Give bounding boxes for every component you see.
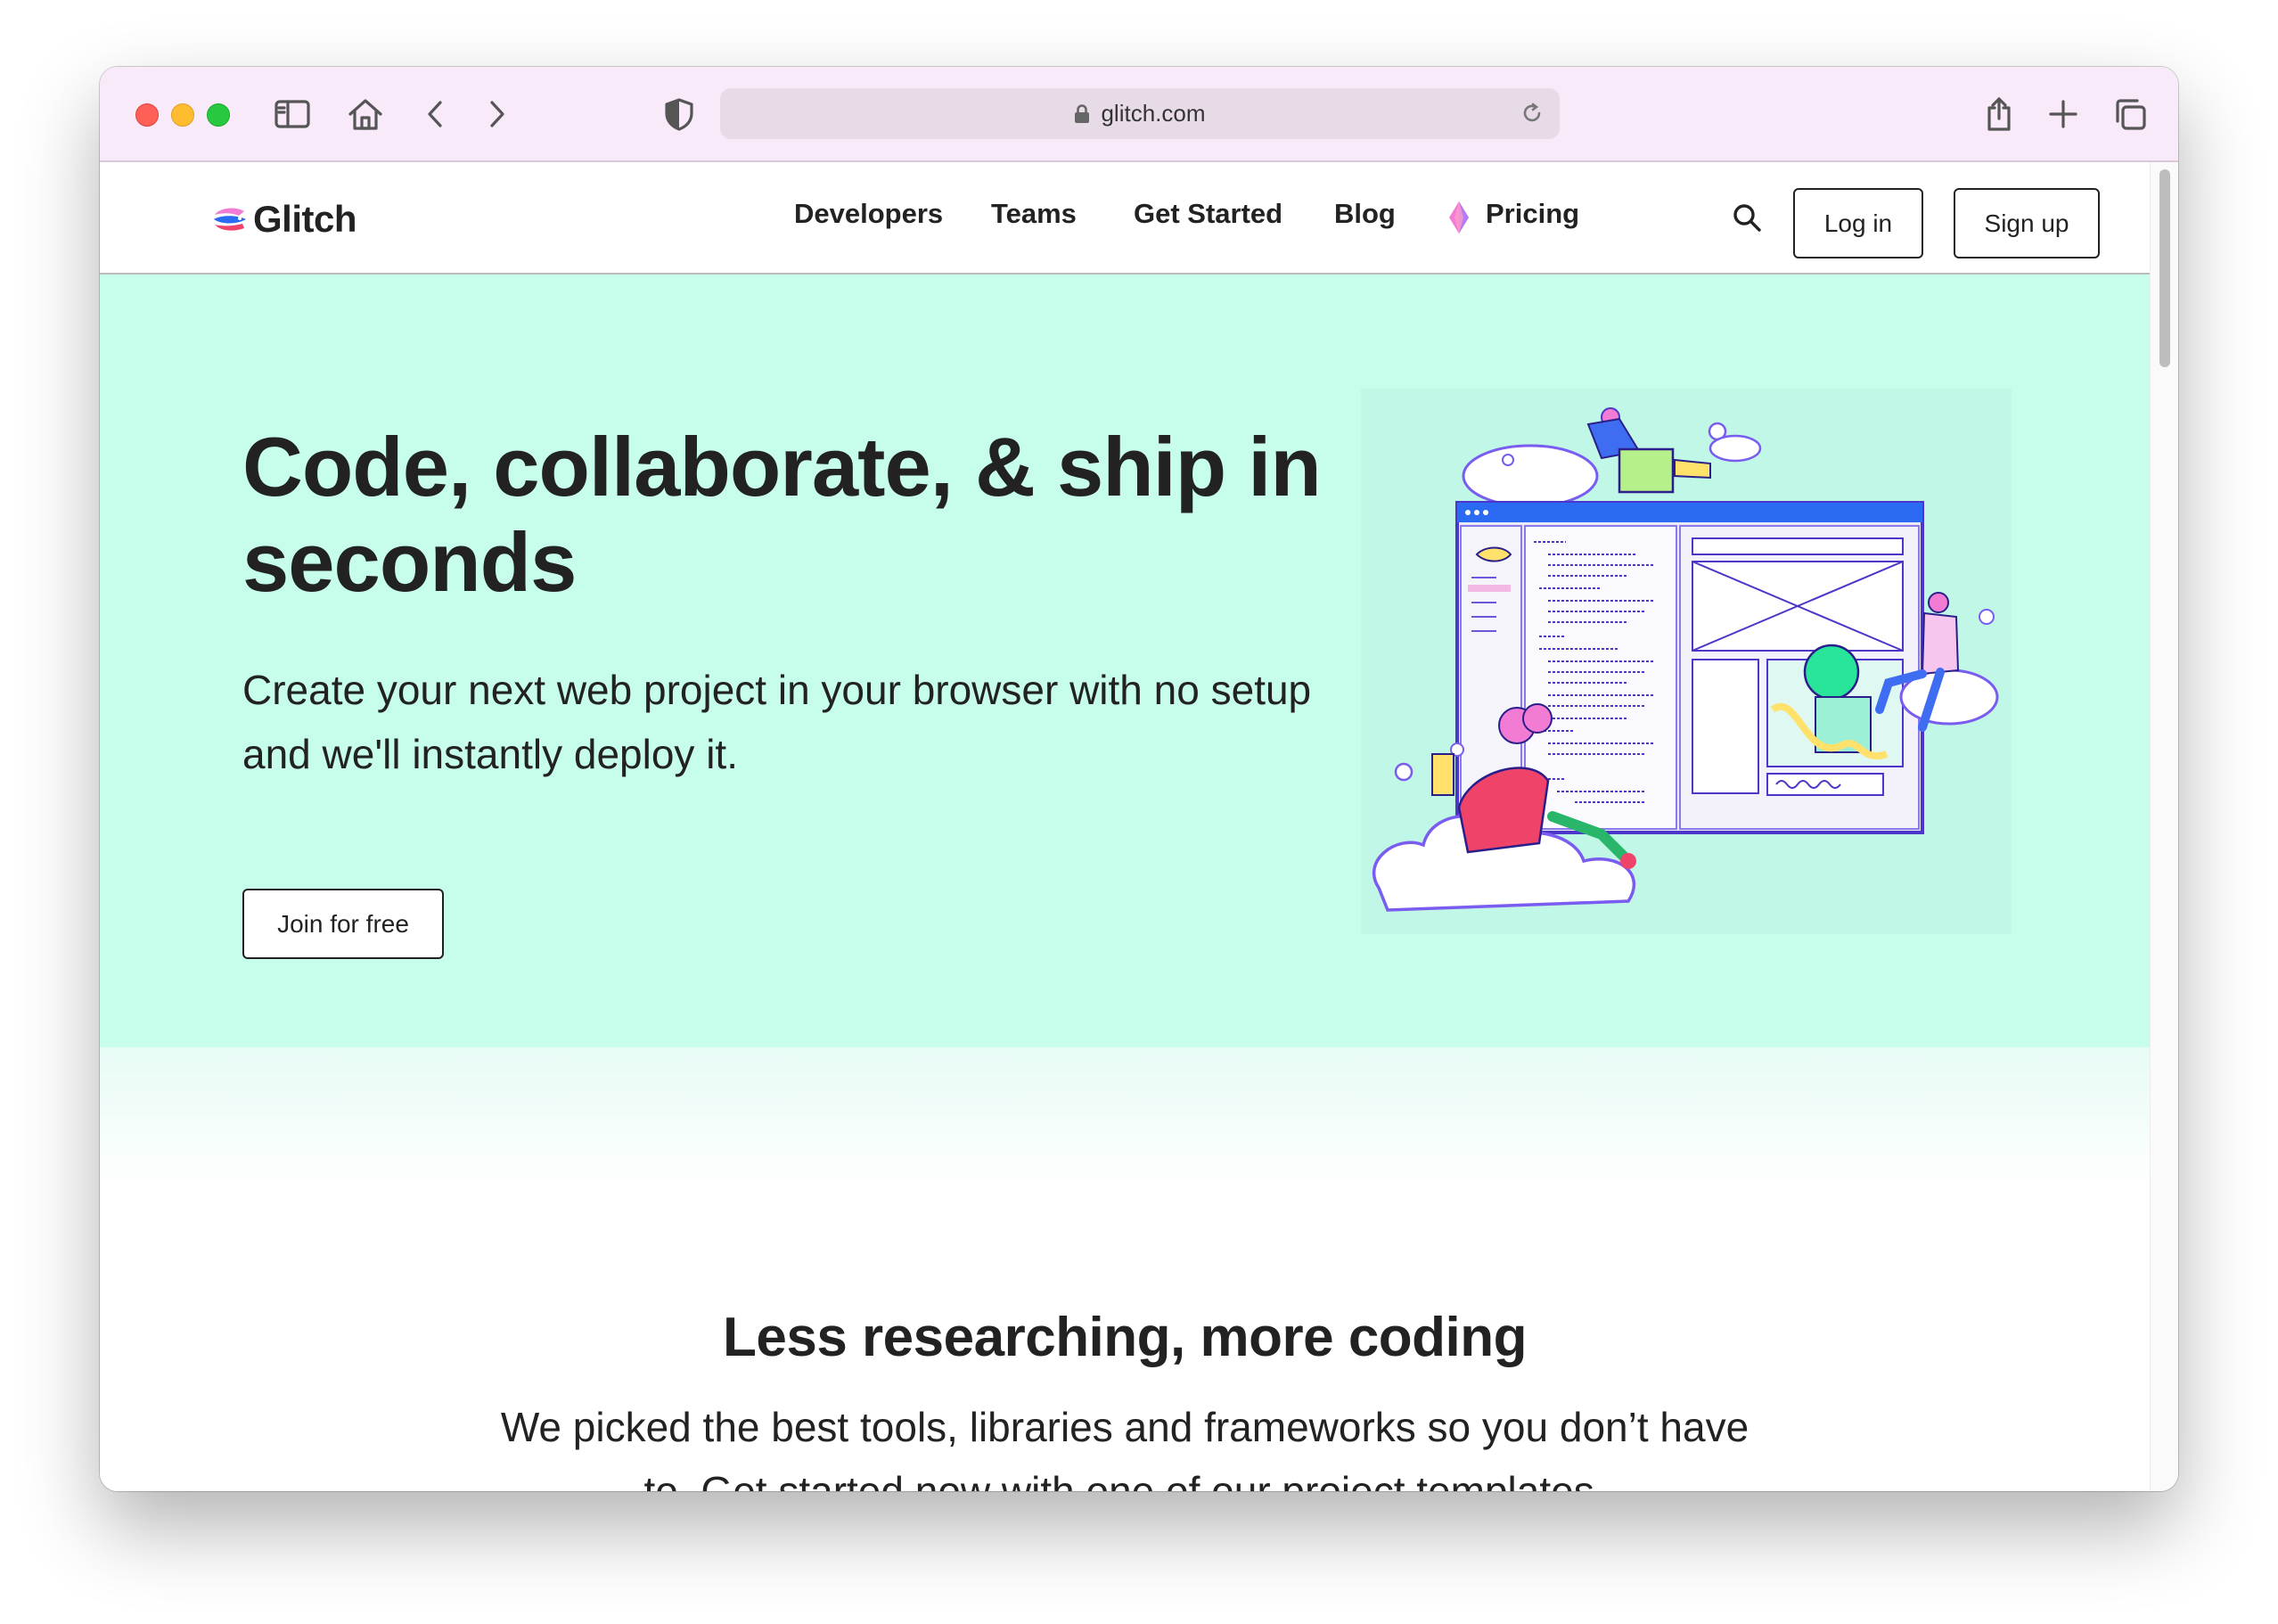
home-icon[interactable] [345, 94, 386, 135]
reload-icon[interactable] [1520, 102, 1544, 125]
nav-link-teams[interactable]: Teams [991, 198, 1077, 230]
browser-window: glitch.com Glitch Developers Teams Get S… [100, 67, 2178, 1491]
page-scrollbar[interactable] [2150, 162, 2178, 1491]
glitch-logo[interactable]: Glitch [212, 198, 357, 241]
signup-button-label: Sign up [1984, 209, 2069, 237]
section-gradient [100, 1047, 2150, 1190]
nav-link-blog[interactable]: Blog [1334, 198, 1396, 230]
lock-icon [1075, 103, 1090, 123]
browser-toolbar: glitch.com [100, 67, 2178, 162]
back-icon[interactable] [414, 94, 455, 135]
section-title: Less researching, more coding [722, 1307, 1528, 1368]
glitch-fish-icon [214, 208, 246, 231]
nav-link-pricing[interactable]: Pricing [1486, 198, 1579, 230]
hero-illustration [1361, 389, 2012, 934]
scrollbar-thumb[interactable] [2159, 169, 2170, 367]
join-button-label: Join for free [277, 909, 409, 938]
shield-icon[interactable] [659, 94, 700, 135]
address-bar[interactable]: glitch.com [720, 88, 1560, 139]
login-button[interactable]: Log in [1793, 188, 1923, 258]
nav-link-developers[interactable]: Developers [794, 198, 943, 230]
join-for-free-button[interactable]: Join for free [242, 889, 444, 959]
sidebar-icon[interactable] [272, 94, 313, 135]
search-icon[interactable] [1731, 201, 1763, 234]
logo-text: Glitch [253, 198, 357, 240]
tabs-overview-icon[interactable] [2110, 94, 2151, 135]
forward-icon[interactable] [477, 94, 518, 135]
login-button-label: Log in [1823, 209, 1893, 237]
close-window-button[interactable] [135, 103, 159, 127]
minimize-window-button[interactable] [171, 103, 194, 127]
web-page: Glitch Developers Teams Get Started Blog… [100, 162, 2150, 1491]
new-tab-icon[interactable] [2043, 94, 2084, 135]
nav-link-get-started[interactable]: Get Started [1134, 198, 1282, 230]
url-text: glitch.com [1101, 100, 1206, 127]
site-header: Glitch Developers Teams Get Started Blog… [100, 162, 2150, 275]
zoom-window-button[interactable] [207, 103, 230, 127]
hero-section: Code, collaborate, & ship in seconds Cre… [100, 275, 2150, 1047]
share-icon[interactable] [1979, 94, 2020, 135]
hero-title: Code, collaborate, & ship in seconds [242, 420, 1322, 609]
section-subtitle: We picked the best tools, libraries and … [500, 1404, 1749, 1491]
hero-subtitle: Create your next web project in your bro… [242, 667, 1312, 777]
signup-button[interactable]: Sign up [1954, 188, 2100, 258]
gem-icon [1449, 201, 1469, 234]
